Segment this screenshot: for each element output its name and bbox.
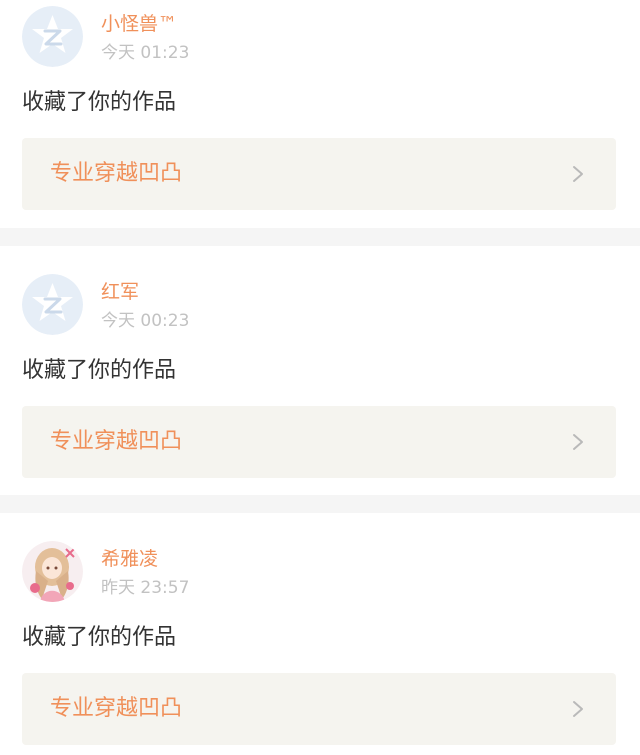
notification-item: 红军 今天 00:23 收藏了你的作品 专业穿越凹凸 <box>0 246 640 495</box>
work-link-card[interactable]: 专业穿越凹凸 <box>22 406 616 478</box>
timestamp: 昨天 23:57 <box>101 578 190 598</box>
timestamp: 今天 00:23 <box>101 311 190 331</box>
work-title: 专业穿越凹凸 <box>50 161 183 186</box>
work-link-card[interactable]: 专业穿越凹凸 <box>22 673 616 745</box>
section-divider <box>0 495 640 513</box>
chevron-right-icon <box>573 166 583 182</box>
activity-text: 收藏了你的作品 <box>22 625 177 650</box>
anime-girl-avatar-icon <box>22 541 83 602</box>
work-title: 专业穿越凹凸 <box>50 696 183 721</box>
username[interactable]: 红军 <box>101 281 139 303</box>
default-star-avatar-icon <box>22 274 83 335</box>
activity-text: 收藏了你的作品 <box>22 90 177 115</box>
notification-item: 小怪兽™ 今天 01:23 收藏了你的作品 专业穿越凹凸 <box>0 0 640 228</box>
notification-item: 希雅凌 昨天 23:57 收藏了你的作品 专业穿越凹凸 <box>0 513 640 755</box>
avatar[interactable] <box>22 541 83 602</box>
activity-text: 收藏了你的作品 <box>22 358 177 383</box>
timestamp: 今天 01:23 <box>101 43 190 63</box>
avatar[interactable] <box>22 6 83 67</box>
section-divider <box>0 228 640 246</box>
username[interactable]: 希雅凌 <box>101 548 158 570</box>
chevron-right-icon <box>573 434 583 450</box>
avatar[interactable] <box>22 274 83 335</box>
username[interactable]: 小怪兽™ <box>101 13 177 35</box>
default-star-avatar-icon <box>22 6 83 67</box>
chevron-right-icon <box>573 701 583 717</box>
work-link-card[interactable]: 专业穿越凹凸 <box>22 138 616 210</box>
work-title: 专业穿越凹凸 <box>50 429 183 454</box>
